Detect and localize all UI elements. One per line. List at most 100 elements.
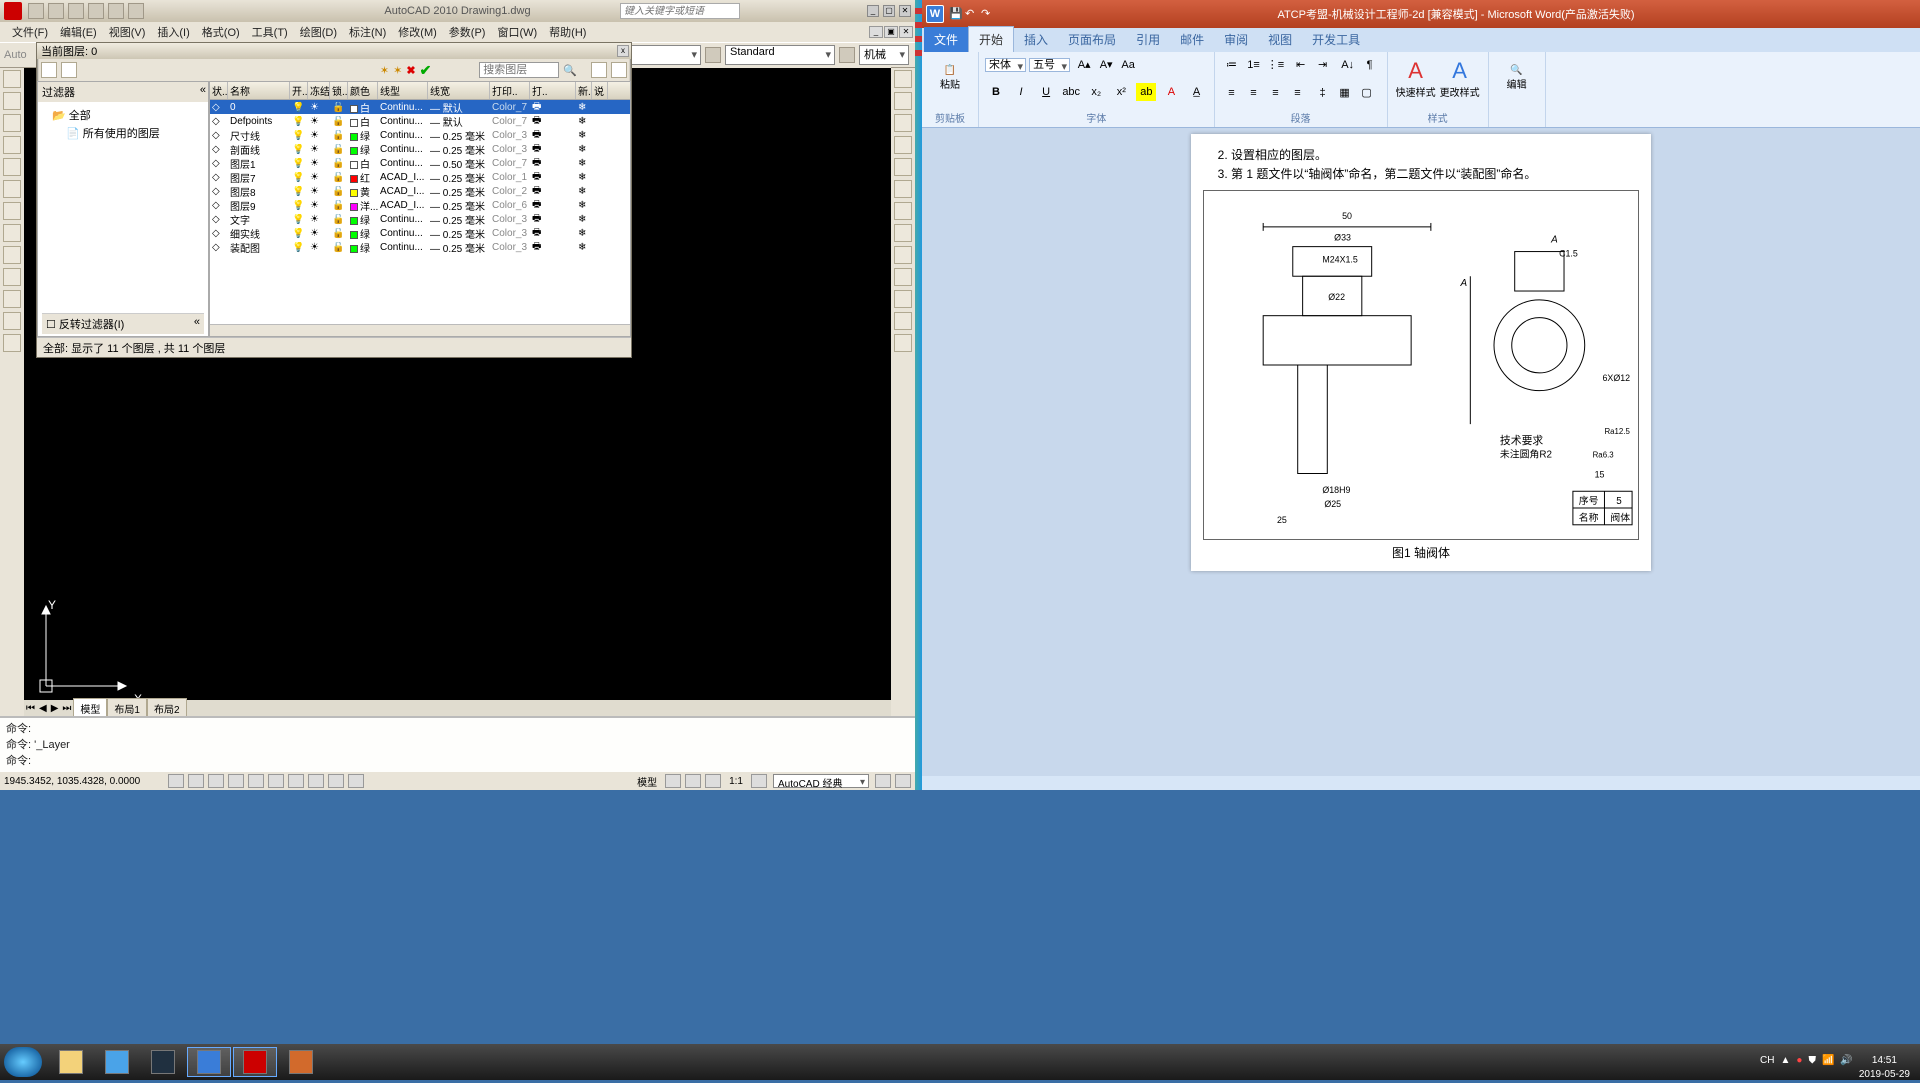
snap-toggle[interactable] [168,774,184,788]
layer-lock-icon[interactable]: 🔓 [330,214,348,225]
layer-lineweight-cell[interactable]: — 0.25 毫米 [428,212,490,227]
dyn-toggle[interactable] [308,774,324,788]
layer-lineweight-cell[interactable]: — 0.25 毫米 [428,198,490,213]
font-name-combo[interactable]: 宋体 [985,58,1026,72]
grid-hscroll[interactable] [210,324,630,336]
layer-lineweight-cell[interactable]: — 0.25 毫米 [428,226,490,241]
layer-lock-icon[interactable]: 🔓 [330,186,348,197]
new-layer-frozen-icon[interactable] [61,62,77,78]
layer-freeze-icon[interactable]: ☀ [308,102,330,113]
tray-shield-icon[interactable]: ⛊ [1808,1055,1816,1069]
col-lineweight[interactable]: 线宽 [428,82,490,99]
menu-window[interactable]: 窗口(W) [491,22,543,42]
layer-freeze-icon[interactable]: ☀ [308,144,330,155]
status-zoom-icon[interactable] [685,774,701,788]
point-icon[interactable] [3,268,21,286]
menu-view[interactable]: 视图(V) [103,22,152,42]
layer-newvp-icon[interactable]: ❄ [576,228,592,239]
hatch-icon[interactable] [3,246,21,264]
menu-draw[interactable]: 绘图(D) [294,22,343,42]
region-icon[interactable] [3,290,21,308]
layer-lock-icon[interactable]: 🔓 [330,242,348,253]
task-explorer[interactable] [49,1047,93,1077]
layer-lineweight-cell[interactable]: — 0.25 毫米 [428,240,490,255]
shading-icon[interactable]: ▦ [1335,83,1355,101]
array-icon[interactable] [894,158,912,176]
layer-lock-icon[interactable]: 🔓 [330,102,348,113]
status-annoscale-icon[interactable] [751,774,767,788]
layer-lineweight-cell[interactable]: — 0.25 毫米 [428,170,490,185]
qat-redo-icon[interactable]: ↷ [981,7,995,21]
italic-button[interactable]: I [1011,83,1031,101]
tab-nav-prev-icon[interactable]: ◀ [37,703,49,714]
layer-color-cell[interactable]: 白 [348,114,378,129]
layer-on-icon[interactable]: 💡 [290,228,308,239]
acad-command-window[interactable]: 命令: 命令: '_Layer 命令: [0,716,915,772]
tab-layout[interactable]: 页面布局 [1058,27,1126,52]
bullets-icon[interactable]: ≔ [1222,55,1242,73]
osnap-toggle[interactable] [248,774,264,788]
align-right-icon[interactable]: ≡ [1266,84,1286,102]
subscript-button[interactable]: x₂ [1086,83,1106,101]
autocad-logo-icon[interactable] [4,2,22,20]
col-newvp[interactable]: 新.. [576,82,592,99]
layer-lock-icon[interactable]: 🔓 [330,172,348,183]
highlight-button[interactable]: ab [1136,83,1156,101]
tablestyle-combo[interactable]: 机械 [859,45,909,65]
tray-network-icon[interactable]: 📶 [1822,1055,1834,1069]
tab-insert[interactable]: 插入 [1014,27,1058,52]
tab-review[interactable]: 审阅 [1214,27,1258,52]
layer-lineweight-cell[interactable]: — 0.50 毫米 [428,156,490,171]
menu-edit[interactable]: 编辑(E) [54,22,103,42]
menu-format[interactable]: 格式(O) [196,22,246,42]
superscript-button[interactable]: x² [1111,83,1131,101]
polygon-icon[interactable] [3,114,21,132]
tablestyle-icon[interactable] [839,47,855,63]
settings-icon[interactable] [611,62,627,78]
menu-dim[interactable]: 标注(N) [343,22,392,42]
layer-newvp-icon[interactable]: ❄ [576,200,592,211]
layer-newvp-icon[interactable]: ❄ [576,242,592,253]
menu-tools[interactable]: 工具(T) [246,22,294,42]
layer-newvp-icon[interactable]: ❄ [576,172,592,183]
layer-newvp-icon[interactable]: ❄ [576,116,592,127]
qat-undo-icon[interactable]: ↶ [965,7,979,21]
layer-freeze-icon[interactable]: ☀ [308,214,330,225]
layer-lock-icon[interactable]: 🔓 [330,200,348,211]
qat-save-icon[interactable] [68,3,84,19]
align-left-icon[interactable]: ≡ [1222,84,1242,102]
layer-on-icon[interactable]: 💡 [290,186,308,197]
layer-color-cell[interactable]: 绿 [348,240,378,255]
layer-color-cell[interactable]: 白 [348,100,378,115]
tab-file[interactable]: 文件 [924,27,968,52]
layer-linetype-cell[interactable]: Continu... [378,144,428,155]
tray-clock[interactable]: 14:51 2019-05-29 [1859,1055,1910,1069]
layer-newvp-icon[interactable]: ❄ [576,102,592,113]
task-app1[interactable] [141,1047,185,1077]
qat-print-icon[interactable] [128,3,144,19]
status-scale[interactable]: 1:1 [725,776,747,787]
layer-color-cell[interactable]: 白 [348,156,378,171]
tray-volume-icon[interactable]: 🔊 [1840,1055,1852,1069]
col-name[interactable]: 名称 [228,82,290,99]
layer-on-icon[interactable]: 💡 [290,116,308,127]
font-size-combo[interactable]: 五号 [1029,58,1070,72]
table-icon[interactable] [3,312,21,330]
acad-min-button[interactable]: _ [867,5,879,17]
line-icon[interactable] [3,70,21,88]
qat-save-icon[interactable]: 💾 [949,7,963,21]
layer-on-icon[interactable]: 💡 [290,102,308,113]
col-plotstyle[interactable]: 打印.. [490,82,530,99]
task-ie[interactable] [95,1047,139,1077]
align-justify-icon[interactable]: ≡ [1288,84,1308,102]
col-desc[interactable]: 说 [592,82,608,99]
layer-filter-tree[interactable]: 过滤器« 📂 全部 📄 所有使用的图层 ☐ 反转过滤器(I) « [37,81,209,337]
sort-icon[interactable]: A↓ [1338,56,1358,74]
align-center-icon[interactable]: ≡ [1244,84,1264,102]
tree-collapse-icon[interactable]: « [200,84,206,96]
grow-font-icon[interactable]: A▴ [1074,55,1094,73]
word-title-bar[interactable]: W 💾 ↶ ↷ ATCP考盟-机械设计工程师-2d [兼容模式] - Micro… [922,0,1920,28]
tab-mailings[interactable]: 邮件 [1170,27,1214,52]
circle-icon[interactable] [3,180,21,198]
new-layer-icon[interactable] [41,62,57,78]
